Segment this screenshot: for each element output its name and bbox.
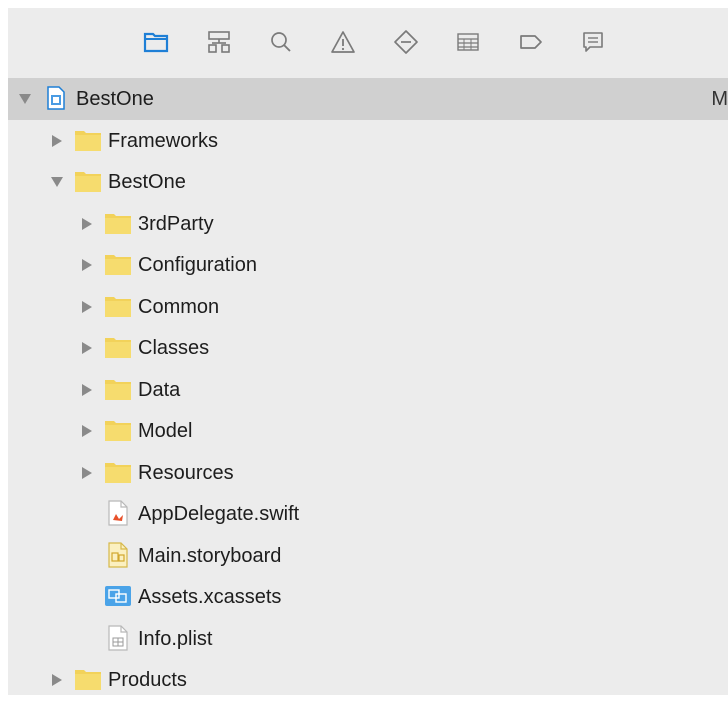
tree-row-label: BestOne (108, 171, 186, 193)
folder-icon (74, 167, 102, 195)
tree-row-folder[interactable]: Configuration (8, 244, 728, 286)
tree-row-bestone-group[interactable]: BestOne (8, 161, 728, 203)
tree-row-label: Common (138, 295, 220, 318)
folder-icon (104, 250, 132, 278)
plist-file-icon (104, 624, 132, 652)
disclosure-collapsed-icon[interactable] (50, 134, 64, 148)
tree-row-label: Data (138, 378, 181, 401)
test-navigator-icon[interactable] (392, 28, 420, 56)
disclosure-expanded-icon[interactable] (18, 92, 32, 106)
disclosure-collapsed-icon[interactable] (80, 383, 94, 397)
xcode-project-icon (42, 84, 70, 112)
navigator-toolbar (8, 8, 728, 72)
tree-row-label: Resources (138, 461, 234, 484)
tree-row-file[interactable]: AppDelegate.swift (8, 493, 728, 535)
disclosure-collapsed-icon[interactable] (80, 217, 94, 231)
swift-file-icon (104, 499, 132, 527)
folder-icon (74, 126, 102, 154)
tree-row-label: Products (108, 669, 187, 691)
debug-navigator-icon[interactable] (454, 28, 482, 56)
project-navigator-icon[interactable] (142, 28, 170, 56)
source-control-status-badge: M (711, 88, 728, 110)
tree-row-label: BestOne (76, 88, 154, 110)
tree-row-label: Configuration (138, 254, 257, 276)
folder-icon (104, 375, 132, 403)
folder-icon (74, 665, 102, 693)
tree-row-file[interactable]: Assets.xcassets (8, 576, 728, 618)
navigator-panel: BestOne M Frameworks BestOne 3rdParty Co… (8, 8, 728, 695)
disclosure-collapsed-icon[interactable] (50, 673, 64, 687)
tree-row-folder[interactable]: 3rdParty (8, 203, 728, 245)
tree-row-folder[interactable]: Classes (8, 327, 728, 369)
tree-row-products[interactable]: Products (8, 659, 728, 701)
tree-row-file[interactable]: Main.storyboard (8, 535, 728, 577)
tree-row-label: Info.plist (138, 627, 213, 650)
tree-row-label: AppDelegate.swift (138, 503, 300, 525)
disclosure-collapsed-icon[interactable] (80, 341, 94, 355)
find-navigator-icon[interactable] (267, 28, 295, 56)
folder-icon (104, 416, 132, 444)
folder-icon (104, 209, 132, 237)
tree-row-folder[interactable]: Data (8, 369, 728, 411)
folder-icon (104, 458, 132, 486)
tree-row-label: Model (138, 420, 193, 442)
storyboard-file-icon (104, 541, 132, 569)
tree-row-label: Main.storyboard (138, 544, 282, 567)
disclosure-expanded-icon[interactable] (50, 175, 64, 189)
tree-row-folder[interactable]: Resources (8, 452, 728, 494)
symbol-navigator-icon[interactable] (205, 28, 233, 56)
disclosure-collapsed-icon[interactable] (80, 466, 94, 480)
tree-row-label: Classes (138, 337, 210, 359)
disclosure-collapsed-icon[interactable] (80, 424, 94, 438)
tree-row-label: 3rdParty (138, 212, 214, 235)
disclosure-collapsed-icon[interactable] (80, 258, 94, 272)
folder-icon (104, 292, 132, 320)
issue-navigator-icon[interactable] (329, 28, 357, 56)
tree-row-label: Assets.xcassets (138, 586, 282, 608)
tree-row-file[interactable]: Info.plist (8, 618, 728, 660)
breakpoint-navigator-icon[interactable] (517, 28, 545, 56)
report-navigator-icon[interactable] (579, 28, 607, 56)
tree-row-folder[interactable]: Common (8, 286, 728, 328)
project-tree: BestOne M Frameworks BestOne 3rdParty Co… (8, 78, 728, 701)
disclosure-collapsed-icon[interactable] (80, 300, 94, 314)
tree-row-frameworks[interactable]: Frameworks (8, 120, 728, 162)
tree-row-project[interactable]: BestOne M (8, 78, 728, 120)
folder-icon (104, 333, 132, 361)
asset-catalog-icon (104, 582, 132, 610)
tree-row-folder[interactable]: Model (8, 410, 728, 452)
tree-row-label: Frameworks (108, 129, 219, 152)
